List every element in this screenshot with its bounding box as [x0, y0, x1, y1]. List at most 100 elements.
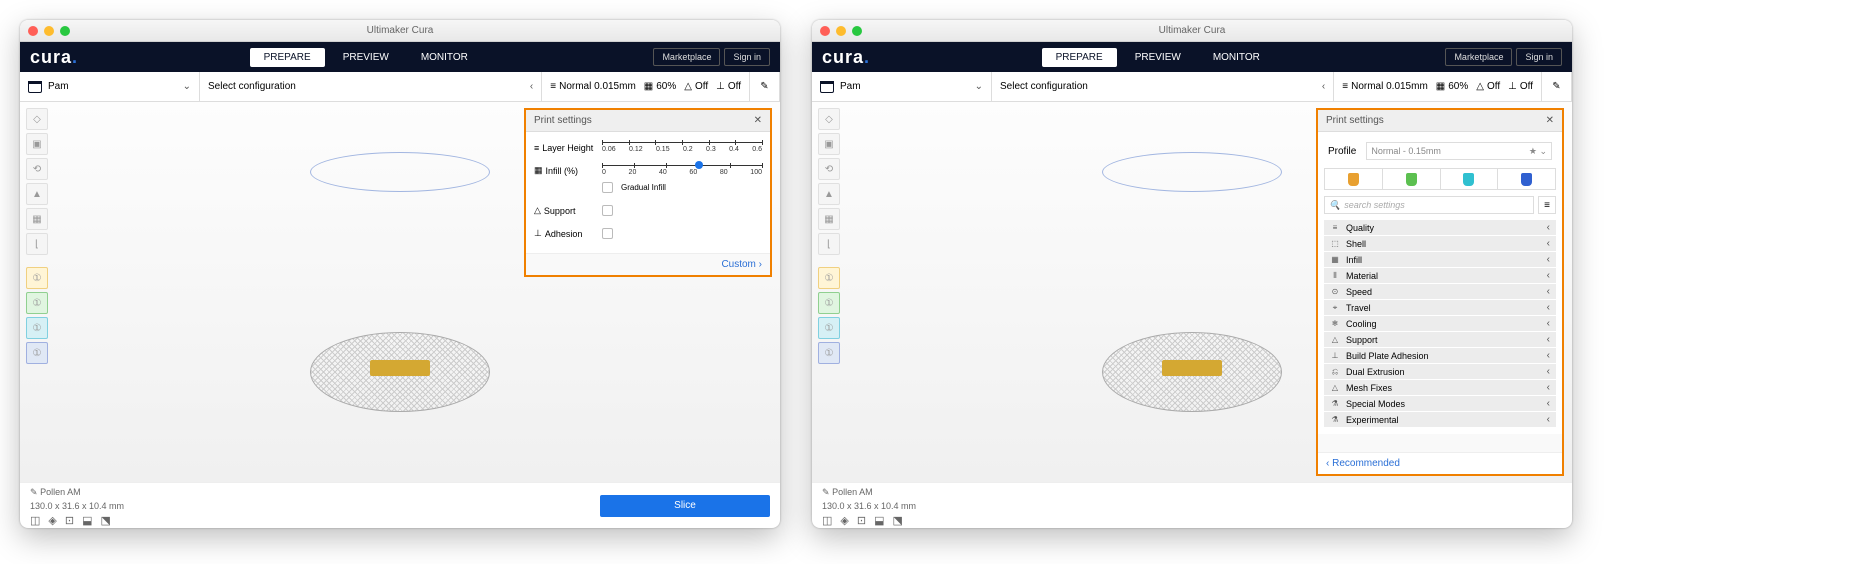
nav-monitor[interactable]: MONITOR [407, 48, 482, 67]
model-object[interactable] [370, 360, 430, 376]
support-icon: △ [684, 81, 692, 92]
category-cooling[interactable]: ❄Cooling‹ [1324, 316, 1556, 331]
chevron-down-icon: ⌄ [975, 81, 983, 92]
pencil-icon: ✎ [30, 487, 38, 497]
category-build-plate-adhesion[interactable]: ⊥Build Plate Adhesion‹ [1324, 348, 1556, 363]
recommended-link[interactable]: ‹ Recommended [1326, 458, 1400, 469]
edit-profile-button[interactable]: ✎ [750, 72, 780, 101]
logo: cura. [822, 47, 870, 68]
tool-move[interactable]: ◇ [26, 108, 48, 130]
marketplace-button[interactable]: Marketplace [1445, 48, 1512, 66]
layer-height-slider[interactable]: 0.060.120.150.20.30.40.6 [602, 142, 762, 153]
category-support[interactable]: △Support‹ [1324, 332, 1556, 347]
minimize-icon[interactable] [836, 26, 846, 36]
category-dual-extrusion[interactable]: ⎌Dual Extrusion‹ [1324, 364, 1556, 379]
settings-menu-button[interactable]: ≡ [1538, 196, 1556, 214]
tool-scale[interactable]: ▣ [26, 133, 48, 155]
view-layer-icon[interactable]: ⊡ [65, 514, 74, 527]
slice-button[interactable]: Slice [600, 495, 770, 517]
adhesion-checkbox[interactable] [602, 228, 613, 239]
profile-summary[interactable]: ≡Normal 0.015mm ▦60% △Off ⊥Off [1334, 72, 1542, 101]
tool-move[interactable]: ◇ [818, 108, 840, 130]
search-input[interactable]: 🔍 search settings [1324, 196, 1534, 214]
profile-dropdown[interactable]: Normal - 0.15mm ★ ⌄ [1366, 142, 1552, 160]
extruder-tab-3[interactable] [1441, 169, 1499, 189]
nav-prepare[interactable]: PREPARE [1042, 48, 1117, 67]
category-shell[interactable]: ⬚Shell‹ [1324, 236, 1556, 251]
category-special-modes[interactable]: ⚗Special Modes‹ [1324, 396, 1556, 411]
view-xray-icon[interactable]: ◈ [840, 514, 848, 527]
view-front-icon[interactable]: ⬓ [874, 514, 884, 527]
file-selector[interactable]: Pam ⌄ [20, 72, 200, 101]
close-icon[interactable]: ✕ [754, 115, 762, 126]
extruder-2[interactable]: ① [818, 292, 840, 314]
adhesion-icon: ⊥ [716, 81, 725, 92]
close-icon[interactable]: ✕ [1546, 115, 1554, 126]
file-selector[interactable]: Pam ⌄ [812, 72, 992, 101]
category-material[interactable]: ⦀Material‹ [1324, 268, 1556, 283]
extruder-1[interactable]: ① [26, 267, 48, 289]
infill-knob[interactable] [695, 161, 703, 169]
chevron-left-icon: ‹ [530, 81, 533, 92]
config-selector[interactable]: Select configuration ‹ [200, 72, 542, 101]
tool-scale[interactable]: ▣ [818, 133, 840, 155]
tool-rotate[interactable]: ⟲ [818, 158, 840, 180]
extruder-tab-4[interactable] [1498, 169, 1555, 189]
marketplace-button[interactable]: Marketplace [653, 48, 720, 66]
view-front-icon[interactable]: ⬓ [82, 514, 92, 527]
extruder-2[interactable]: ① [26, 292, 48, 314]
tool-mirror[interactable]: ▲ [26, 183, 48, 205]
signin-button[interactable]: Sign in [724, 48, 770, 66]
maximize-icon[interactable] [852, 26, 862, 36]
view-iso-icon[interactable]: ⬔ [101, 514, 111, 527]
viewport[interactable]: ◇ ▣ ⟲ ▲ ▦ ⌊ ① ① ① ① Print settings ✕ Pro… [812, 102, 1572, 482]
config-selector[interactable]: Select configuration ‹ [992, 72, 1334, 101]
view-iso-icon[interactable]: ⬔ [893, 514, 903, 527]
infill-icon: ▦ [644, 81, 653, 92]
category-infill[interactable]: ▦Infill‹ [1324, 252, 1556, 267]
tool-support[interactable]: ⌊ [818, 233, 840, 255]
view-xray-icon[interactable]: ◈ [48, 514, 56, 527]
nav-prepare[interactable]: PREPARE [250, 48, 325, 67]
infill-slider[interactable]: 020406080100 [602, 165, 762, 176]
edit-profile-button[interactable]: ✎ [1542, 72, 1572, 101]
view-solid-icon[interactable]: ◫ [30, 514, 40, 527]
extruder-tab-1[interactable] [1325, 169, 1383, 189]
nav-monitor[interactable]: MONITOR [1199, 48, 1274, 67]
tool-support[interactable]: ⌊ [26, 233, 48, 255]
view-layer-icon[interactable]: ⊡ [857, 514, 866, 527]
bottom-bar: ✎ Pollen AM 130.0 x 31.6 x 10.4 mm ◫ ◈ ⊡… [812, 482, 1572, 528]
extruder-3[interactable]: ① [818, 317, 840, 339]
category-travel[interactable]: ⌖Travel‹ [1324, 300, 1556, 315]
tool-mirror[interactable]: ▲ [818, 183, 840, 205]
category-experimental[interactable]: ⚗Experimental‹ [1324, 412, 1556, 427]
tool-rotate[interactable]: ⟲ [26, 158, 48, 180]
viewport[interactable]: ◇ ▣ ⟲ ▲ ▦ ⌊ ① ① ① ① Print settings ✕ ≡La… [20, 102, 780, 482]
category-mesh-fixes[interactable]: △Mesh Fixes‹ [1324, 380, 1556, 395]
extruder-4[interactable]: ① [26, 342, 48, 364]
extruder-tab-2[interactable] [1383, 169, 1441, 189]
nav-preview[interactable]: PREVIEW [329, 48, 403, 67]
nav-preview[interactable]: PREVIEW [1121, 48, 1195, 67]
signin-button[interactable]: Sign in [1516, 48, 1562, 66]
tool-mesh[interactable]: ▦ [26, 208, 48, 230]
close-icon[interactable] [820, 26, 830, 36]
extruder-1[interactable]: ① [818, 267, 840, 289]
build-plate [1102, 332, 1282, 412]
gradual-infill-checkbox[interactable] [602, 182, 613, 193]
extruder-4[interactable]: ① [818, 342, 840, 364]
maximize-icon[interactable] [60, 26, 70, 36]
close-icon[interactable] [28, 26, 38, 36]
category-quality[interactable]: ≡Quality‹ [1324, 220, 1556, 235]
profile-summary[interactable]: ≡Normal 0.015mm ▦60% △Off ⊥Off [542, 72, 750, 101]
adhesion-icon: ⊥ [1508, 81, 1517, 92]
custom-link[interactable]: Custom › [721, 259, 762, 270]
category-speed[interactable]: ⊙Speed‹ [1324, 284, 1556, 299]
view-solid-icon[interactable]: ◫ [822, 514, 832, 527]
minimize-icon[interactable] [44, 26, 54, 36]
model-object[interactable] [1162, 360, 1222, 376]
extruder-3[interactable]: ① [26, 317, 48, 339]
app-header: cura. PREPARE PREVIEW MONITOR Marketplac… [20, 42, 780, 72]
tool-mesh[interactable]: ▦ [818, 208, 840, 230]
support-checkbox[interactable] [602, 205, 613, 216]
